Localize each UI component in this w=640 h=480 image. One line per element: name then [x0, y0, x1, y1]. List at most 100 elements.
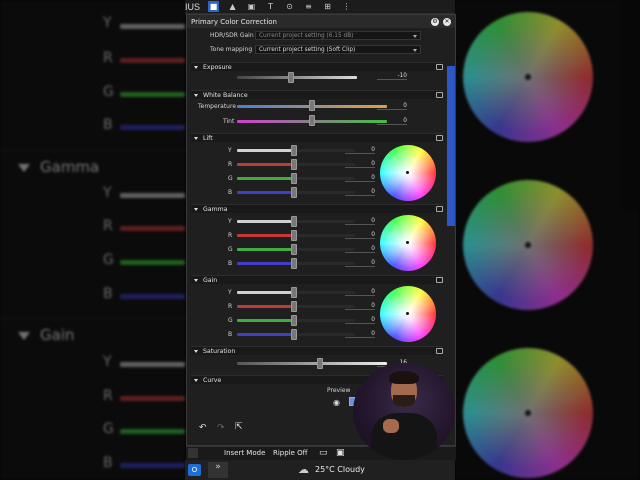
saturation-slider-track[interactable] — [237, 362, 387, 365]
reset-icon[interactable] — [436, 64, 443, 70]
reset-icon[interactable] — [436, 135, 443, 141]
gain-channel-y-value[interactable]: 0 — [345, 289, 375, 296]
wheel-center-dot[interactable] — [406, 171, 409, 174]
reset-icon[interactable] — [436, 92, 443, 98]
ripple-button[interactable]: Ripple Off — [273, 449, 308, 457]
bg-bar-r3 — [120, 396, 185, 401]
effects-icon[interactable]: ⊙ — [284, 1, 295, 12]
lift-channel-b-slider-track[interactable] — [237, 191, 293, 194]
insert-mode-button[interactable]: Insert Mode — [224, 449, 265, 457]
gamma-color-wheel[interactable] — [380, 215, 436, 271]
list-icon[interactable]: ≡ — [303, 1, 314, 12]
gamma-channel-r-slider-track[interactable] — [237, 234, 293, 237]
screen-icon[interactable]: ▭ — [319, 448, 328, 458]
dock-icon[interactable] — [188, 448, 198, 458]
saturation-slider-thumb[interactable] — [316, 358, 323, 369]
lift-channel-b-slider-thumb[interactable] — [291, 187, 297, 198]
lift-channel-r-value[interactable]: 0 — [345, 161, 375, 168]
tint-slider-thumb[interactable] — [309, 115, 315, 126]
bg-bar-g3 — [120, 429, 185, 434]
gain-channel-r-value[interactable]: 0 — [345, 303, 375, 310]
wheel-center-dot[interactable] — [406, 312, 409, 315]
lift-channel-r-slider-thumb[interactable] — [291, 159, 297, 170]
gain-channel-b-slider-track[interactable] — [237, 333, 293, 336]
gamma-channel-b-slider-thumb[interactable] — [291, 258, 297, 269]
presenter-hair — [389, 371, 419, 384]
hdr-gain-select[interactable]: Current project setting (6.15 dB) — [255, 31, 421, 40]
temperature-slider-thumb[interactable] — [309, 100, 315, 111]
gain-color-wheel[interactable] — [380, 286, 436, 342]
media-icon[interactable]: ▣ — [246, 1, 257, 12]
reset-icon[interactable] — [436, 277, 443, 283]
gain-channel-g-slider-track[interactable] — [237, 319, 293, 322]
gamma-channel-y-slider-track[interactable] — [237, 220, 293, 223]
bg-channel-g3: G — [103, 421, 114, 437]
lift-section-header[interactable]: Lift — [191, 133, 443, 142]
gain-section-header[interactable]: Gain — [191, 275, 443, 284]
folder-icon[interactable]: ■ — [208, 1, 220, 12]
export-icon[interactable]: ⊞ — [322, 1, 333, 12]
bg-bar-b — [120, 125, 185, 130]
gain-channel-r-slider-track[interactable] — [237, 305, 293, 308]
exposure-slider-track[interactable] — [237, 76, 357, 79]
presenter-body — [371, 413, 437, 460]
tint-value[interactable]: 0 — [377, 118, 407, 125]
lift-channel-y-slider-thumb[interactable] — [291, 145, 297, 156]
lift-channel-b-value[interactable]: 0 — [345, 189, 375, 196]
gamma-channel-g-slider-track[interactable] — [237, 248, 293, 251]
reset-icon[interactable] — [436, 206, 443, 212]
more-icon[interactable]: ⋮ — [341, 1, 352, 12]
gain-channel-g-value[interactable]: 0 — [345, 317, 375, 324]
gamma-channel-y-value[interactable]: 0 — [345, 218, 375, 225]
monitor-icon[interactable]: ▣ — [336, 448, 345, 458]
gamma-channel-g-slider-thumb[interactable] — [291, 244, 297, 255]
gamma-section-header[interactable]: Gamma — [191, 204, 443, 213]
wheel-center-dot[interactable] — [406, 241, 409, 244]
lift-channel-y-value[interactable]: 0 — [345, 147, 375, 154]
lift-channel-r-label: R — [228, 161, 233, 168]
bg-bar-y3 — [120, 362, 185, 367]
exposure-section-header[interactable]: Exposure — [191, 62, 443, 71]
lift-channel-g-slider-track[interactable] — [237, 177, 293, 180]
temperature-value[interactable]: 0 — [377, 103, 407, 110]
bg-channel-y: Y — [103, 15, 112, 31]
lift-channel-g-slider-thumb[interactable] — [291, 173, 297, 184]
exposure-value[interactable]: -10 — [377, 73, 407, 80]
exposure-slider-thumb[interactable] — [288, 72, 294, 83]
lift-channel-y-slider-track[interactable] — [237, 149, 293, 152]
undo-icon[interactable]: ↶ — [199, 423, 207, 433]
redo-icon[interactable]: ↷ — [217, 423, 225, 433]
gamma-channel-r-slider-thumb[interactable] — [291, 230, 297, 241]
text-icon[interactable]: T — [265, 1, 276, 12]
white-balance-section-header[interactable]: White Balance — [191, 90, 443, 99]
outlook-icon[interactable]: O — [188, 464, 201, 476]
gamma-channel-b-slider-track[interactable] — [237, 262, 293, 265]
panel-scrollbar[interactable] — [447, 66, 455, 226]
tone-mapping-select[interactable]: Current project setting (Soft Clip) — [255, 45, 421, 54]
gain-channel-y-slider-thumb[interactable] — [291, 287, 297, 298]
gain-channel-g-slider-thumb[interactable] — [291, 315, 297, 326]
bg-bar-r2 — [120, 226, 185, 231]
gain-channel-r-slider-thumb[interactable] — [291, 301, 297, 312]
saturation-section-header[interactable]: Saturation — [191, 346, 443, 355]
settings-icon[interactable]: ⚙ — [431, 17, 439, 26]
app-taskbar-icon[interactable]: » — [208, 462, 228, 478]
close-icon[interactable]: ✕ — [443, 17, 451, 26]
bg-channel-r2: R — [103, 218, 113, 234]
chevron-down-icon — [413, 35, 417, 38]
gamma-channel-b-value[interactable]: 0 — [345, 260, 375, 267]
export-panel-icon[interactable]: ⇱ — [235, 422, 243, 432]
lift-channel-r-slider-track[interactable] — [237, 163, 293, 166]
gain-channel-b-value[interactable]: 0 — [345, 331, 375, 338]
triangle-icon[interactable]: ▲ — [227, 1, 238, 12]
gamma-channel-r-value[interactable]: 0 — [345, 232, 375, 239]
eye-icon[interactable]: ◉ — [333, 398, 340, 407]
gamma-channel-y-slider-thumb[interactable] — [291, 216, 297, 227]
lift-color-wheel[interactable] — [380, 145, 436, 201]
gain-channel-y-slider-track[interactable] — [237, 291, 293, 294]
reset-icon[interactable] — [436, 348, 443, 354]
gamma-channel-g-value[interactable]: 0 — [345, 246, 375, 253]
gain-channel-b-slider-thumb[interactable] — [291, 329, 297, 340]
weather-text[interactable]: 25°C Cloudy — [315, 465, 365, 474]
lift-channel-g-value[interactable]: 0 — [345, 175, 375, 182]
